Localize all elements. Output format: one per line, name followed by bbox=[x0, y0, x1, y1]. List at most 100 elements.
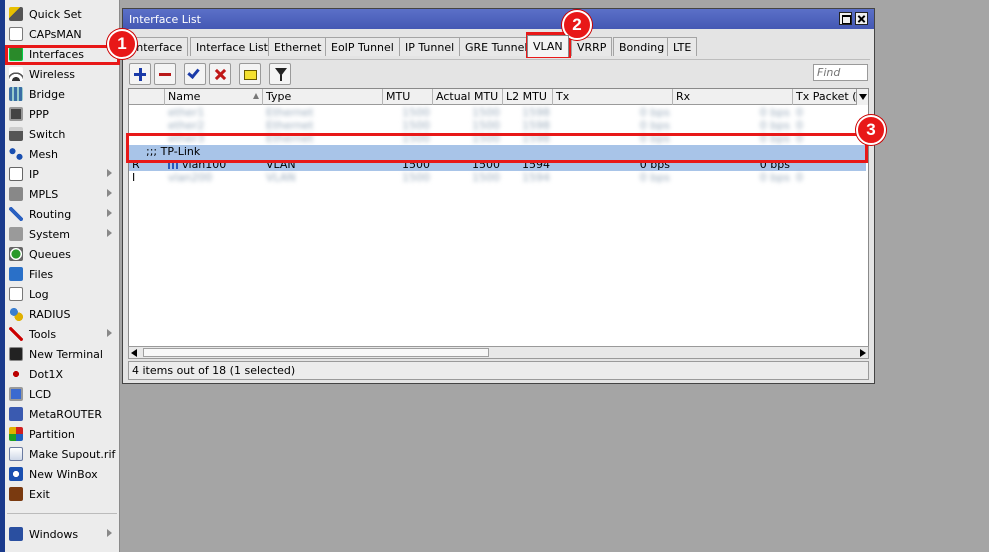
find-input[interactable] bbox=[813, 64, 868, 81]
menu-item-ip[interactable]: IP bbox=[5, 164, 118, 184]
menu-item-quick-set[interactable]: Quick Set bbox=[5, 4, 118, 24]
cell-name: vlan100 bbox=[165, 158, 263, 171]
menu-item-label: Interfaces bbox=[29, 47, 84, 61]
tab-lte[interactable]: LTE bbox=[667, 37, 698, 56]
menu-item-radius[interactable]: RADIUS bbox=[5, 304, 118, 324]
table-cell: 0 bps bbox=[759, 119, 790, 132]
menu-item-metarouter[interactable]: MetaROUTER bbox=[5, 404, 118, 424]
menu-item-wireless[interactable]: Wireless bbox=[5, 64, 118, 84]
menu-item-exit[interactable]: Exit bbox=[5, 484, 118, 504]
menu-item-label: Routing bbox=[29, 207, 72, 221]
cell-l2-mtu: 1594 bbox=[522, 158, 550, 171]
table-row-vlan100[interactable]: Rvlan100 VLAN 1500 1500 1594 0 bps 0 bps bbox=[129, 158, 866, 171]
column-header-tx[interactable]: Tx bbox=[553, 89, 673, 105]
menu-item-lcd[interactable]: LCD bbox=[5, 384, 118, 404]
menu-item-switch[interactable]: Switch bbox=[5, 124, 118, 144]
maximize-button[interactable] bbox=[839, 12, 852, 25]
remove-button[interactable] bbox=[154, 63, 176, 85]
disable-button[interactable] bbox=[209, 63, 231, 85]
menu-item-system[interactable]: System bbox=[5, 224, 118, 244]
menu-item-routing[interactable]: Routing bbox=[5, 204, 118, 224]
table-row-redacted[interactable]: ether2 Ethernet 1500 1500 1598 0 bps 0 bps 0 bbox=[129, 119, 866, 132]
menu-item-mpls[interactable]: MPLS bbox=[5, 184, 118, 204]
menu-item-log[interactable]: Log bbox=[5, 284, 118, 304]
submenu-arrow-icon bbox=[107, 229, 112, 237]
menu-item-windows[interactable]: Windows bbox=[5, 524, 118, 544]
menu-item-label: PPP bbox=[29, 107, 49, 121]
menu-item-interfaces[interactable]: Interfaces bbox=[5, 44, 118, 64]
cell-flag: R bbox=[132, 158, 140, 171]
submenu-arrow-icon bbox=[107, 329, 112, 337]
tab-ethernet[interactable]: Ethernet bbox=[268, 37, 328, 56]
horizontal-scrollbar[interactable] bbox=[128, 346, 869, 359]
comment-button[interactable] bbox=[239, 63, 261, 85]
cell-mtu: 1500 bbox=[402, 158, 430, 171]
menu-item-label: Partition bbox=[29, 427, 75, 441]
column-header-mtu[interactable]: MTU bbox=[383, 89, 433, 105]
add-button[interactable] bbox=[129, 63, 151, 85]
column-header-flags[interactable] bbox=[129, 89, 165, 105]
tab-ip-tunnel[interactable]: IP Tunnel bbox=[399, 37, 461, 56]
menu-item-bridge[interactable]: Bridge bbox=[5, 84, 118, 104]
menu-item-label: New WinBox bbox=[29, 467, 98, 481]
tab-vlan[interactable]: VLAN bbox=[527, 35, 569, 57]
tab-eoip-tunnel[interactable]: EoIP Tunnel bbox=[325, 37, 400, 56]
column-header-label: Type bbox=[266, 90, 292, 103]
menu-item-make-supout-rif[interactable]: Make Supout.rif bbox=[5, 444, 118, 464]
tab-bonding[interactable]: Bonding bbox=[613, 37, 671, 56]
column-header-actual-mtu[interactable]: Actual MTU bbox=[433, 89, 503, 105]
table-cell: 1500 bbox=[472, 106, 500, 119]
table-cell: ether2 bbox=[168, 119, 205, 132]
menu-item-ppp[interactable]: PPP bbox=[5, 104, 118, 124]
table-cell: Ethernet bbox=[266, 119, 314, 132]
menu-item-label: Make Supout.rif bbox=[29, 447, 116, 461]
menu-item-queues[interactable]: Queues bbox=[5, 244, 118, 264]
column-chooser-button[interactable] bbox=[856, 89, 868, 105]
table-cell: 1500 bbox=[402, 106, 430, 119]
menu-item-dot1x[interactable]: Dot1X bbox=[5, 364, 118, 384]
menu-item-files[interactable]: Files bbox=[5, 264, 118, 284]
table-cell: 1500 bbox=[402, 132, 430, 145]
table-row-redacted[interactable]: ether1 Ethernet 1500 1500 1598 0 bps 0 bps 0 bbox=[129, 106, 866, 119]
menu-item-partition[interactable]: Partition bbox=[5, 424, 118, 444]
scrollbar-thumb[interactable] bbox=[143, 348, 489, 357]
scroll-right-icon[interactable] bbox=[860, 349, 866, 357]
filter-button[interactable] bbox=[269, 63, 291, 85]
column-header-label: MTU bbox=[386, 90, 411, 103]
close-button[interactable] bbox=[855, 12, 868, 25]
scroll-left-icon[interactable] bbox=[131, 349, 137, 357]
table-row-comment[interactable]: ;;; TP-Link bbox=[129, 145, 866, 158]
tab-interface-list[interactable]: Interface List bbox=[190, 37, 274, 56]
menu-item-capsman[interactable]: CAPsMAN bbox=[5, 24, 118, 44]
column-header-name[interactable]: Name bbox=[165, 89, 263, 105]
window-titlebar[interactable]: Interface List bbox=[123, 9, 874, 29]
table-cell: ether3 bbox=[168, 132, 205, 145]
table-row-redacted[interactable]: ether3 Ethernet 1500 1500 1598 0 bps 0 bps 0 bbox=[129, 132, 866, 145]
column-header-l2-mtu[interactable]: L2 MTU bbox=[503, 89, 553, 105]
menu-item-label: Queues bbox=[29, 247, 71, 261]
winbox-icon bbox=[9, 467, 23, 481]
menu-item-mesh[interactable]: Mesh bbox=[5, 144, 118, 164]
remove-icon bbox=[159, 73, 171, 76]
tab-gre-tunnel[interactable]: GRE Tunnel bbox=[459, 37, 534, 56]
sort-ascending-icon bbox=[253, 93, 259, 99]
menu-item-label: LCD bbox=[29, 387, 52, 401]
column-header-label: Name bbox=[168, 90, 201, 103]
table-row-redacted[interactable]: Ivlan200 VLAN 1500 1500 1594 0 bps 0 bps 0 bbox=[129, 171, 866, 184]
table-cell bbox=[129, 106, 165, 119]
bridge-icon bbox=[9, 87, 23, 101]
column-header-rx[interactable]: Rx bbox=[673, 89, 793, 105]
menu-item-tools[interactable]: Tools bbox=[5, 324, 118, 344]
enable-button[interactable] bbox=[184, 63, 206, 85]
column-header-type[interactable]: Type bbox=[263, 89, 383, 105]
menu-item-label: Quick Set bbox=[29, 7, 82, 21]
ip-icon bbox=[9, 167, 23, 181]
menu-item-new-winbox[interactable]: New WinBox bbox=[5, 464, 118, 484]
table-cell: 0 bps bbox=[759, 171, 790, 184]
menu-item-new-terminal[interactable]: New Terminal bbox=[5, 344, 118, 364]
add-icon bbox=[138, 68, 142, 81]
menu-item-label: RADIUS bbox=[29, 307, 71, 321]
menu-item-label: CAPsMAN bbox=[29, 27, 82, 41]
cell-name-text: vlan100 bbox=[182, 158, 227, 171]
mpls-icon bbox=[9, 187, 23, 201]
